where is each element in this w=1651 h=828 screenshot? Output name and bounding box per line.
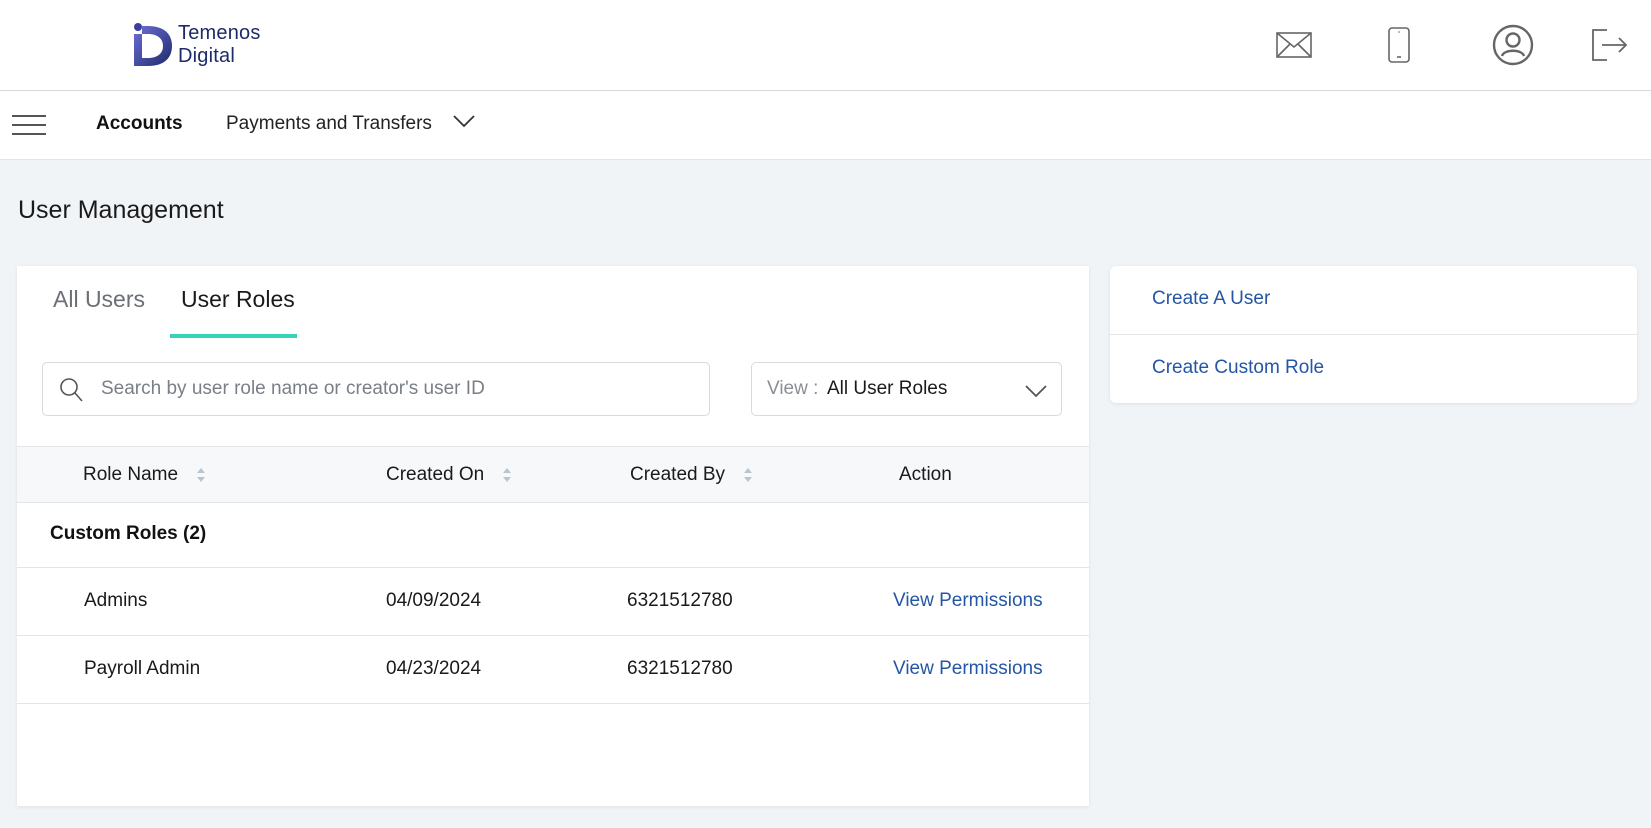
sort-icon[interactable] — [196, 467, 206, 483]
app-header: Temenos Digital — [0, 0, 1651, 91]
column-header-label: Action — [899, 464, 952, 485]
quick-actions-panel: Create A User Create Custom Role — [1110, 266, 1637, 403]
sort-icon[interactable] — [743, 467, 753, 483]
chevron-down-icon — [1025, 385, 1047, 398]
mobile-icon[interactable] — [1376, 22, 1422, 68]
column-header-label: Role Name — [83, 464, 179, 485]
hamburger-menu-icon[interactable] — [12, 113, 46, 137]
created-by-cell: 6321512780 — [627, 590, 733, 611]
logout-icon[interactable] — [1586, 22, 1632, 68]
group-row: Custom Roles (2) — [17, 503, 1089, 568]
column-header-action: Action — [899, 464, 952, 486]
page-title: User Management — [18, 196, 224, 224]
main-nav: Accounts Payments and Transfers — [0, 91, 1651, 160]
view-permissions-link[interactable]: View Permissions — [893, 590, 1043, 612]
create-user-link-row[interactable]: Create A User — [1110, 266, 1637, 334]
column-header-role-name[interactable]: Role Name — [83, 464, 206, 486]
column-header-label: Created On — [386, 464, 485, 485]
nav-item-accounts[interactable]: Accounts — [96, 113, 183, 135]
view-filter-value: All User Roles — [827, 378, 948, 399]
user-roles-panel: All Users User Roles Search by user role… — [17, 266, 1089, 806]
column-header-created-by[interactable]: Created By — [630, 464, 753, 486]
create-custom-role-link[interactable]: Create Custom Role — [1152, 357, 1324, 379]
chevron-down-icon[interactable] — [452, 114, 476, 128]
column-header-label: Created By — [630, 464, 726, 485]
view-filter-label: View : — [767, 378, 819, 399]
tab-user-roles[interactable]: User Roles — [181, 286, 295, 313]
profile-icon[interactable] — [1490, 22, 1536, 68]
brand-logo[interactable]: Temenos Digital — [132, 22, 261, 68]
search-placeholder: Search by user role name or creator's us… — [101, 378, 485, 399]
view-permissions-link[interactable]: View Permissions — [893, 658, 1043, 680]
logo-icon — [134, 23, 172, 66]
mail-icon[interactable] — [1271, 22, 1317, 68]
nav-item-payments[interactable]: Payments and Transfers — [226, 113, 432, 135]
search-input[interactable]: Search by user role name or creator's us… — [42, 362, 710, 416]
active-tab-indicator — [170, 334, 297, 338]
column-header-created-on[interactable]: Created On — [386, 464, 512, 486]
search-icon — [60, 378, 83, 402]
brand-line2: Digital — [178, 45, 235, 67]
tab-all-users[interactable]: All Users — [53, 286, 145, 313]
create-user-link[interactable]: Create A User — [1152, 288, 1270, 310]
role-name-cell: Admins — [84, 590, 148, 611]
group-label: Custom Roles (2) — [50, 523, 207, 544]
created-on-cell: 04/09/2024 — [386, 590, 482, 611]
sort-icon[interactable] — [502, 467, 512, 483]
role-name-cell: Payroll Admin — [84, 658, 201, 679]
table-header: Role Name Created On Created By Action — [17, 446, 1089, 503]
view-filter-dropdown[interactable]: View : All User Roles — [751, 362, 1062, 416]
create-role-link-row[interactable]: Create Custom Role — [1110, 335, 1637, 403]
table-row: Payroll Admin 04/23/2024 6321512780 View… — [17, 636, 1089, 704]
created-by-cell: 6321512780 — [627, 658, 733, 679]
created-on-cell: 04/23/2024 — [386, 658, 482, 679]
brand-line1: Temenos — [178, 22, 261, 44]
table-row: Admins 04/09/2024 6321512780 View Permis… — [17, 568, 1089, 636]
